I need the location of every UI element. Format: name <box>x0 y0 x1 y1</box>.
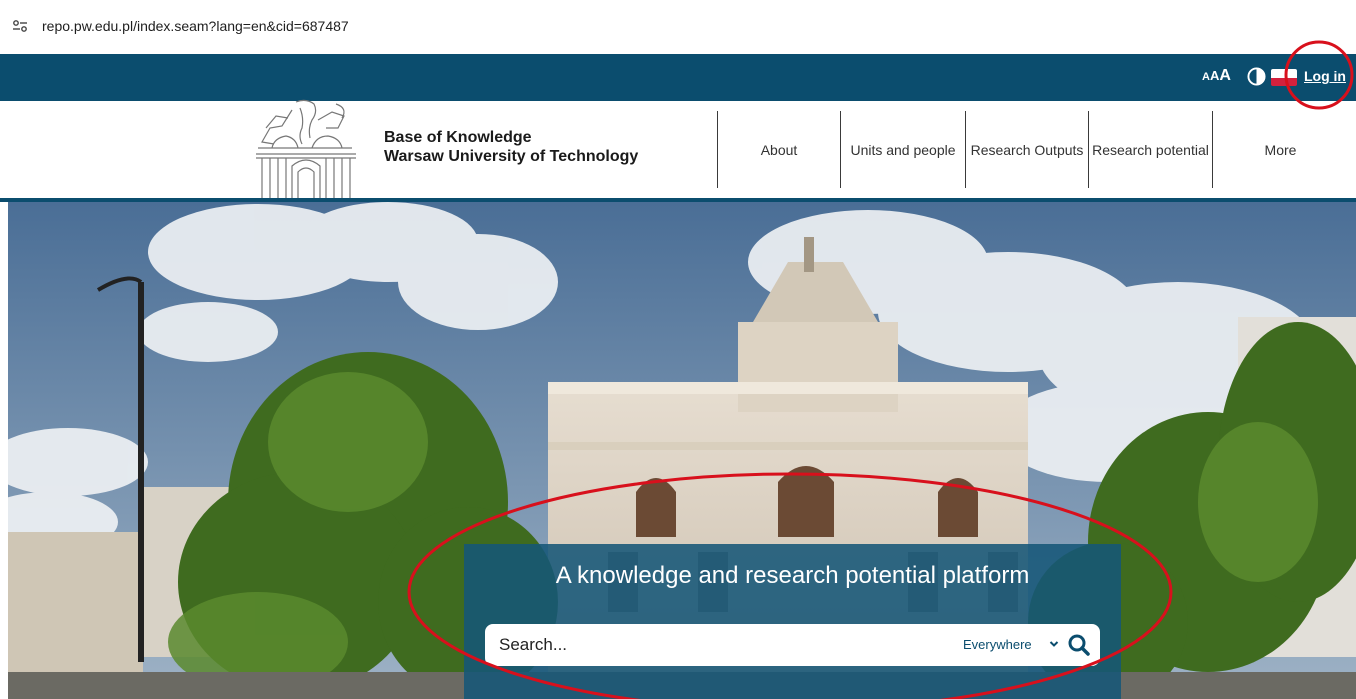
nav-item-about[interactable]: About <box>718 111 840 188</box>
browser-address-bar: repo.pw.edu.pl/index.seam?lang=en&cid=68… <box>0 0 1356 54</box>
font-size-medium-button[interactable]: A <box>1210 68 1219 83</box>
nav-item-research-outputs[interactable]: Research Outputs <box>966 111 1088 188</box>
font-size-small-button[interactable]: A <box>1202 71 1210 83</box>
chevron-down-icon[interactable] <box>1049 639 1059 649</box>
contrast-icon[interactable] <box>1247 67 1266 86</box>
font-size-controls: AAA <box>1202 67 1231 85</box>
nav-item-units-and-people[interactable]: Units and people <box>841 111 965 188</box>
search-box: Everywhere <box>485 624 1100 666</box>
utility-bar: AAA Log in <box>0 54 1356 101</box>
url-text[interactable]: repo.pw.edu.pl/index.seam?lang=en&cid=68… <box>42 18 349 34</box>
university-logo[interactable] <box>252 98 360 198</box>
polish-flag-icon[interactable] <box>1271 69 1297 86</box>
nav-item-more[interactable]: More <box>1213 111 1348 188</box>
site-title-line2: Warsaw University of Technology <box>384 148 639 165</box>
nav-item-research-potential[interactable]: Research potential <box>1089 111 1212 188</box>
search-scope-select[interactable]: Everywhere <box>963 637 1032 652</box>
search-icon[interactable] <box>1067 633 1091 657</box>
hero-title: A knowledge and research potential platf… <box>555 562 1030 589</box>
site-title[interactable]: Base of Knowledge Warsaw University of T… <box>384 128 638 166</box>
login-link[interactable]: Log in <box>1304 68 1346 84</box>
search-panel: A knowledge and research potential platf… <box>464 544 1121 699</box>
site-title-line1: Base of Knowledge <box>384 129 532 146</box>
site-info-icon[interactable] <box>12 18 28 34</box>
font-size-large-button[interactable]: A <box>1219 67 1231 84</box>
search-input[interactable] <box>499 624 939 666</box>
